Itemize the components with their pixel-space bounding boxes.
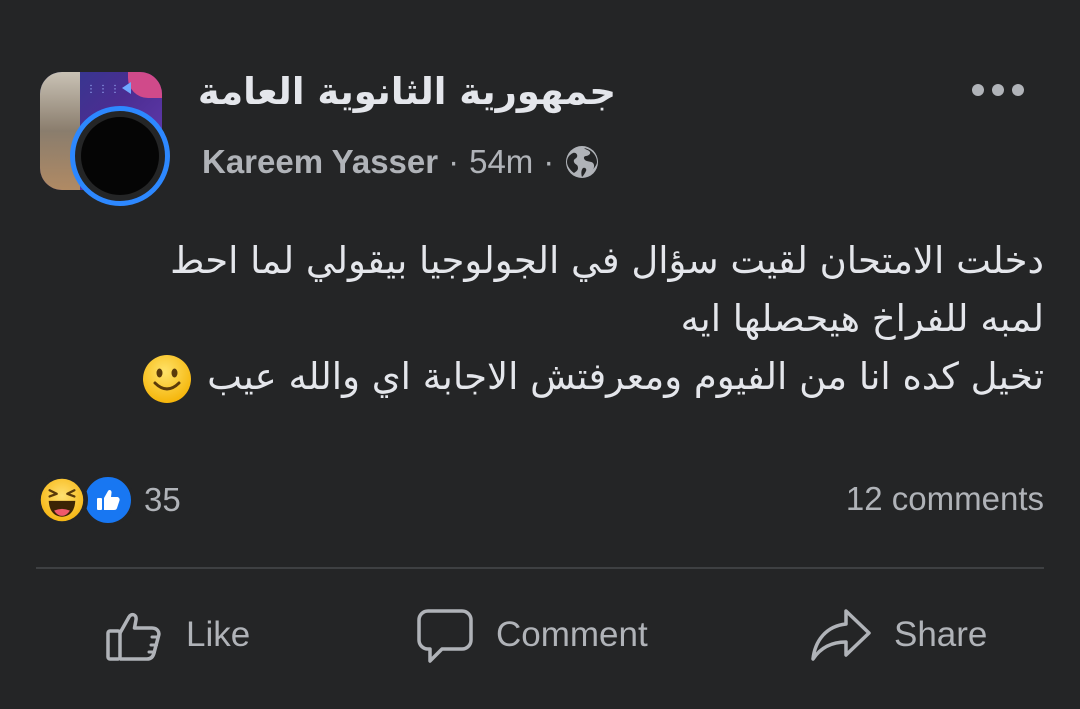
avatar-stack[interactable]: ⋮⋮⋮ [40, 70, 180, 210]
thumbs-up-icon [97, 489, 120, 510]
comment-bubble-icon [417, 609, 473, 663]
thumbs-up-outline-icon [106, 612, 161, 661]
post-text-line: لمبه للفراخ هيحصلها ايه [680, 297, 1044, 340]
like-button[interactable]: Like [104, 600, 250, 670]
reaction-count: 35 [144, 481, 181, 518]
meta-separator: · [543, 143, 555, 180]
group-avatar-triangle [122, 82, 131, 94]
group-avatar-decoration [128, 72, 162, 98]
slightly-smiling-face-icon [143, 354, 192, 403]
comment-button[interactable]: Comment [416, 600, 648, 670]
post-text-line: دخلت الامتحان لقيت سؤال في الجولوجيا بيق… [170, 239, 1044, 282]
share-button[interactable]: Share [810, 600, 987, 670]
post-text-line-with-emoji: تخيل كده انا من الفيوم ومعرفتش الاجابة ا… [34, 348, 1044, 406]
globe-icon[interactable] [564, 144, 600, 180]
more-dot [972, 84, 984, 96]
meta-separator: · [448, 143, 460, 180]
post-timestamp[interactable]: 54m [469, 143, 533, 181]
post-body: دخلت الامتحان لقيت سؤال في الجولوجيا بيق… [34, 232, 1044, 406]
reactions-summary[interactable]: 35 [36, 474, 181, 526]
group-name-link[interactable]: جمهورية الثانوية العامة [198, 70, 616, 113]
more-dot [1012, 84, 1024, 96]
share-label: Share [894, 615, 988, 654]
comment-label: Comment [496, 615, 648, 654]
group-avatar-dots: ⋮⋮⋮ [86, 84, 122, 95]
facebook-post: ⋮⋮⋮ جمهورية الثانوية العامة Kareem Yasse… [0, 0, 1080, 709]
author-avatar-image [81, 117, 159, 195]
author-avatar[interactable] [70, 106, 170, 206]
divider [36, 567, 1044, 569]
more-dot [992, 84, 1004, 96]
post-text-line: تخيل كده انا من الفيوم ومعرفتش الاجابة ا… [207, 355, 1044, 398]
comments-count-link[interactable]: 12 comments [846, 480, 1044, 518]
like-label: Like [186, 615, 251, 654]
like-reaction-icon [82, 474, 134, 526]
share-arrow-icon [811, 609, 871, 661]
post-meta: Kareem Yasser · 54m · [202, 143, 600, 181]
more-options-icon[interactable] [972, 80, 1024, 100]
haha-reaction-icon [36, 474, 88, 526]
author-name-link[interactable]: Kareem Yasser [202, 143, 438, 181]
